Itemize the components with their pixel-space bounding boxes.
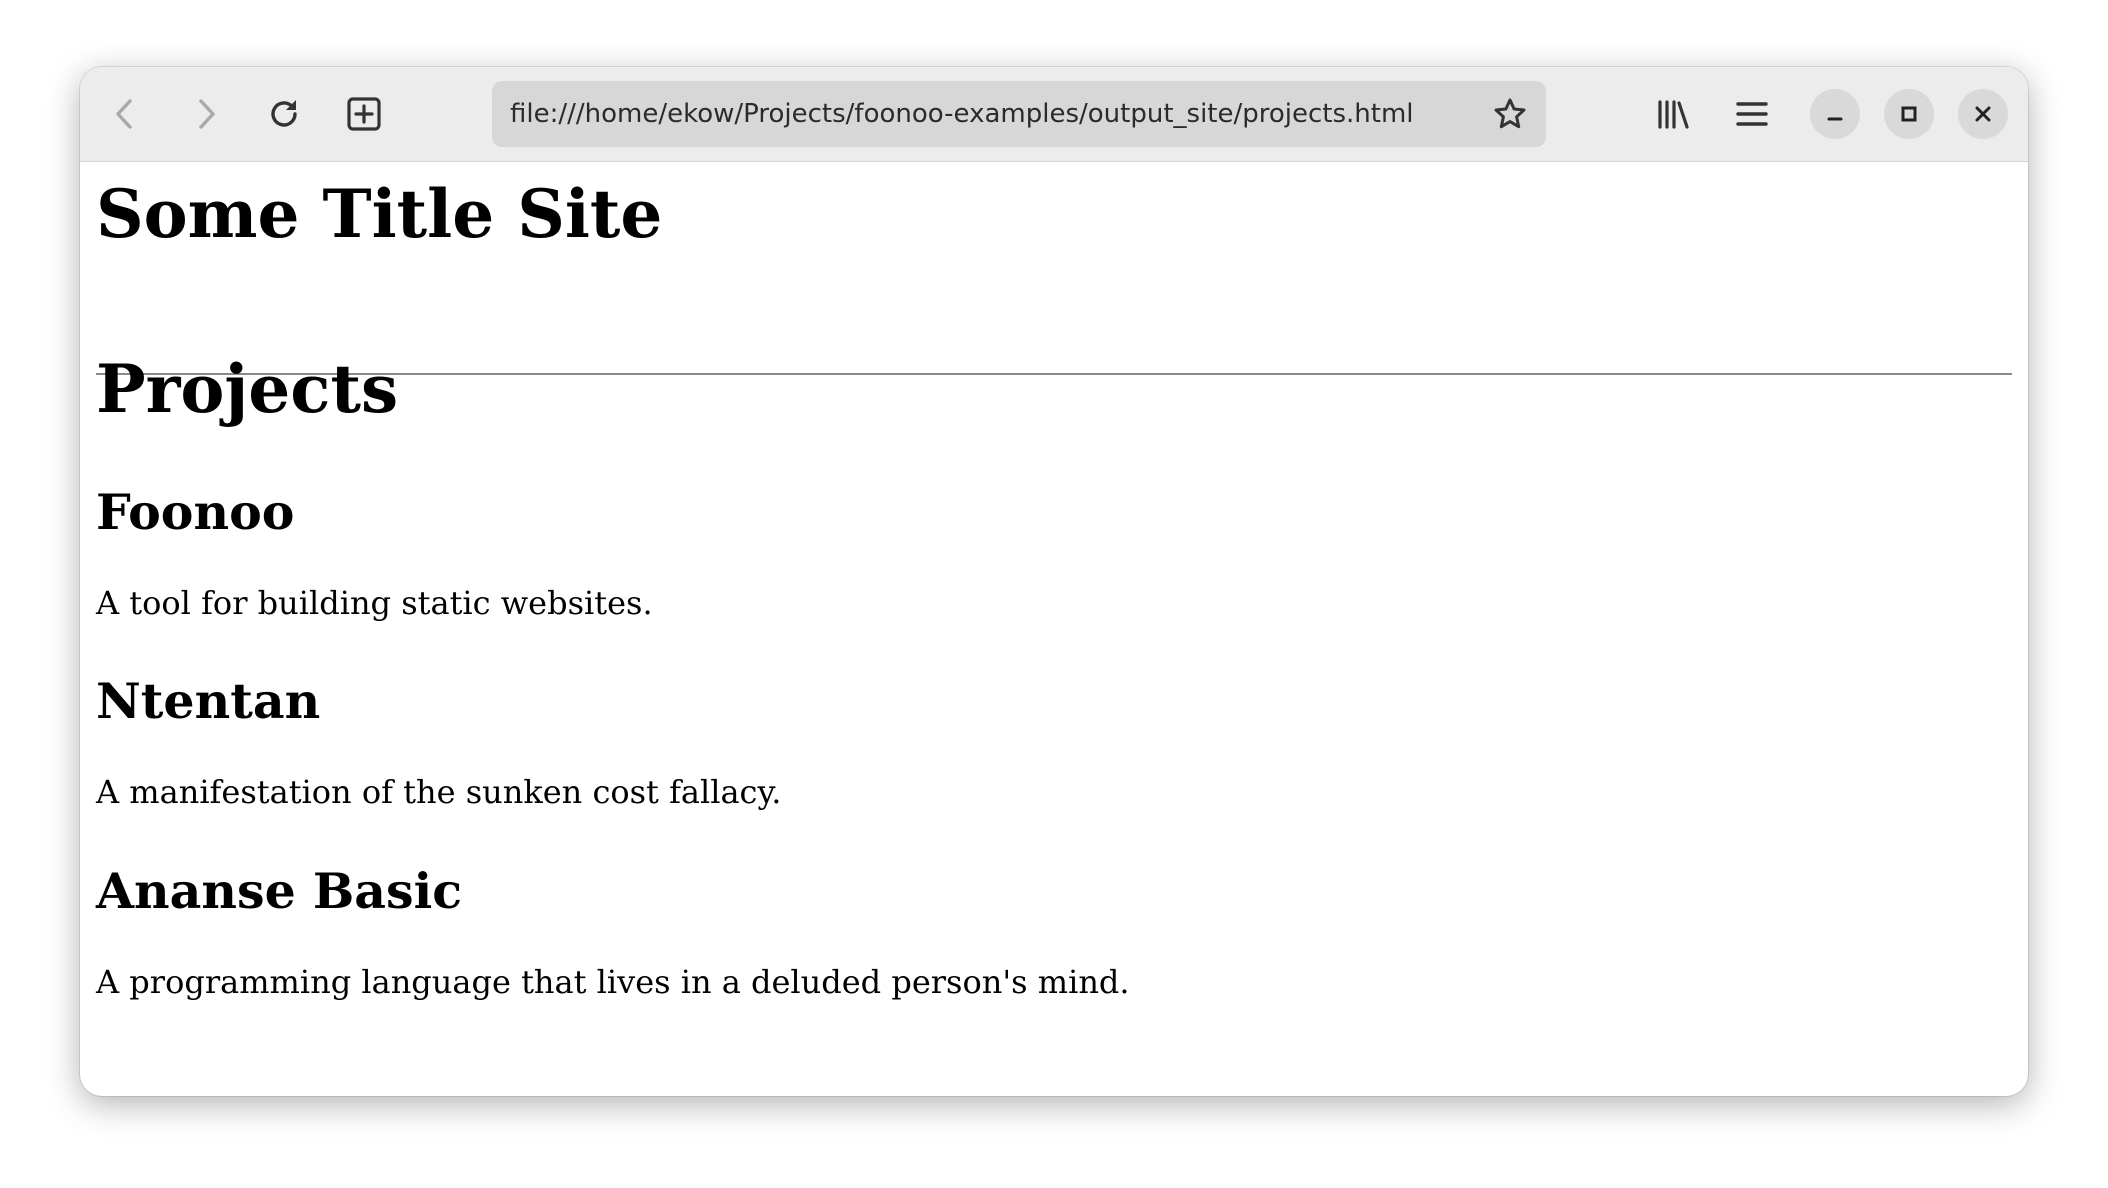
url-text[interactable]: file:///home/ekow/Projects/foonoo-exampl… <box>510 81 1414 147</box>
bookmark-button[interactable] <box>1488 92 1532 136</box>
close-icon <box>1975 106 1991 122</box>
star-icon <box>1494 98 1526 129</box>
back-button[interactable] <box>102 90 150 138</box>
close-button[interactable] <box>1958 89 2008 139</box>
minimize-button[interactable] <box>1810 89 1860 139</box>
project-name: Ananse Basic <box>96 862 463 921</box>
plus-square-icon <box>347 97 381 131</box>
hamburger-menu-icon <box>1736 102 1768 126</box>
minimize-icon <box>1827 117 1843 121</box>
project-description: A tool for building static websites. <box>96 584 653 623</box>
url-bar[interactable]: file:///home/ekow/Projects/foonoo-exampl… <box>492 81 1546 147</box>
browser-toolbar: file:///home/ekow/Projects/foonoo-exampl… <box>80 67 2028 162</box>
library-button[interactable] <box>1649 90 1697 138</box>
project-description: A programming language that lives in a d… <box>96 963 1130 1002</box>
menu-button[interactable] <box>1728 90 1776 138</box>
chevron-left-icon <box>116 99 132 129</box>
project-name: Foonoo <box>96 483 295 542</box>
forward-button[interactable] <box>181 90 229 138</box>
maximize-icon <box>1901 106 1917 122</box>
reload-button[interactable] <box>260 90 308 138</box>
project-description: A manifestation of the sunken cost falla… <box>96 773 782 812</box>
project-name: Ntentan <box>96 672 321 731</box>
page-heading: Projects <box>96 350 399 429</box>
library-icon <box>1658 100 1689 129</box>
browser-window: file:///home/ekow/Projects/foonoo-exampl… <box>80 67 2028 1096</box>
reload-icon <box>271 100 297 127</box>
site-title: Some Title Site <box>96 175 663 254</box>
maximize-button[interactable] <box>1884 89 1934 139</box>
new-tab-button[interactable] <box>340 90 388 138</box>
chevron-right-icon <box>199 99 215 129</box>
